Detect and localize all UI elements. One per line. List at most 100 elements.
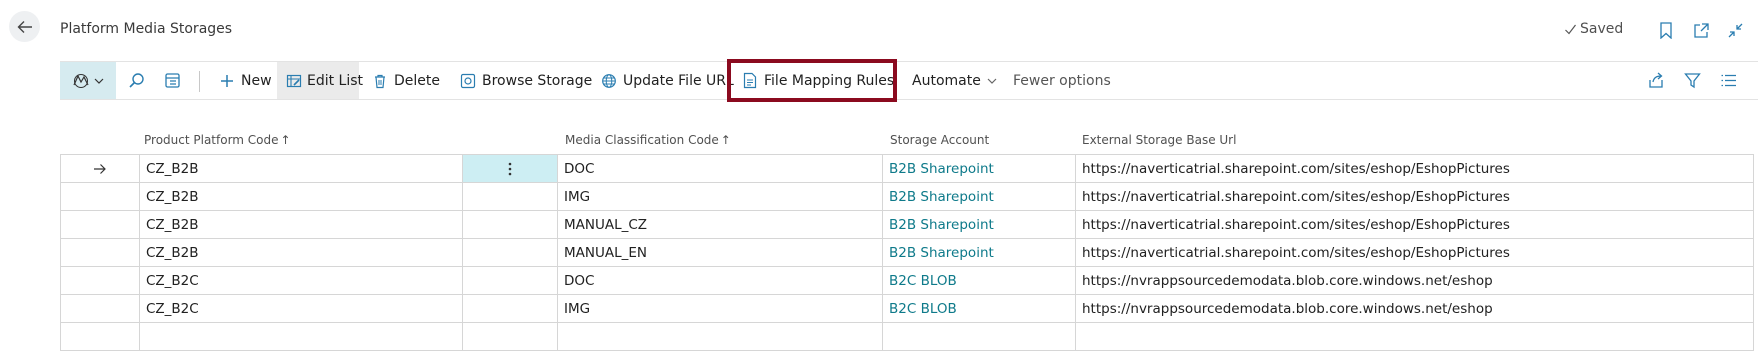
column-header-storage-account[interactable]: Storage Account <box>890 126 989 154</box>
automate-label: Automate <box>912 72 981 89</box>
chevron-down-icon <box>987 78 997 84</box>
filter-button[interactable] <box>1681 62 1703 99</box>
chevron-down-icon <box>94 78 103 84</box>
table-row[interactable]: CZ_B2B IMG B2B Sharepoint https://navert… <box>60 183 1754 211</box>
automate-dropdown[interactable]: Automate <box>912 62 998 99</box>
column-header-label: External Storage Base Url <box>1082 133 1237 147</box>
grid-body: CZ_B2B DOC B2B Sharepoint https://navert… <box>60 154 1754 351</box>
platform-code-cell[interactable] <box>139 323 462 350</box>
sort-ascending-icon: ↑ <box>280 133 291 147</box>
external-url-cell[interactable]: https://nvrappsourcedemodata.blob.core.w… <box>1075 295 1754 322</box>
storage-account-link[interactable]: B2B Sharepoint <box>882 239 1075 266</box>
trash-icon <box>371 72 389 90</box>
current-row-arrow-icon <box>94 163 106 174</box>
table-row[interactable]: CZ_B2C DOC B2C BLOB https://nvrappsource… <box>60 267 1754 295</box>
highlight-annotation-box <box>727 59 897 102</box>
row-indicator[interactable] <box>60 323 139 350</box>
platform-code-cell[interactable]: CZ_B2B <box>139 239 462 266</box>
column-header-label: Storage Account <box>890 133 990 147</box>
share-icon <box>1648 72 1663 88</box>
list-view-button[interactable] <box>1717 62 1739 99</box>
filter-pane-button[interactable] <box>160 62 184 99</box>
media-classification-cell[interactable]: DOC <box>557 155 882 182</box>
storage-account-cell[interactable] <box>882 323 1075 350</box>
new-button-label: New <box>241 72 272 89</box>
row-indicator[interactable] <box>60 183 139 210</box>
row-indicator[interactable] <box>60 267 139 294</box>
external-url-cell[interactable]: https://naverticatrial.sharepoint.com/si… <box>1075 211 1754 238</box>
collapse-button[interactable] <box>1725 20 1745 40</box>
media-classification-cell[interactable]: IMG <box>557 295 882 322</box>
fewer-options-label: Fewer options <box>1013 72 1111 89</box>
back-arrow-icon <box>17 20 32 33</box>
media-classification-cell[interactable] <box>557 323 882 350</box>
row-indicator[interactable] <box>60 239 139 266</box>
row-actions-menu[interactable] <box>462 239 557 266</box>
edit-list-button[interactable]: Edit List <box>277 62 363 99</box>
table-row[interactable]: CZ_B2B MANUAL_EN B2B Sharepoint https://… <box>60 239 1754 267</box>
storage-account-link[interactable]: B2B Sharepoint <box>882 183 1075 210</box>
row-actions-menu[interactable] <box>462 323 557 350</box>
search-button[interactable] <box>124 62 148 99</box>
delete-button[interactable]: Delete <box>371 62 440 99</box>
new-button[interactable]: New <box>218 62 272 99</box>
open-new-window-button[interactable] <box>1691 20 1711 40</box>
table-row[interactable]: CZ_B2B MANUAL_CZ B2B Sharepoint https://… <box>60 211 1754 239</box>
saved-status: Saved <box>1564 21 1623 37</box>
update-file-url-button-label: Update File URL <box>623 72 734 89</box>
collapse-icon <box>1728 23 1742 37</box>
external-url-cell[interactable] <box>1075 323 1754 350</box>
back-button[interactable] <box>9 11 40 42</box>
external-url-cell[interactable]: https://naverticatrial.sharepoint.com/si… <box>1075 239 1754 266</box>
table-view-icon <box>164 73 180 88</box>
storage-account-link[interactable]: B2C BLOB <box>882 267 1075 294</box>
update-file-url-button[interactable]: Update File URL <box>600 62 734 99</box>
row-indicator[interactable] <box>60 211 139 238</box>
list-view-icon <box>1721 74 1736 87</box>
row-actions-menu[interactable] <box>462 183 557 210</box>
platform-code-cell[interactable]: CZ_B2B <box>139 155 462 182</box>
action-bar: New Edit List Delete Browse Storage Upda… <box>60 59 1758 102</box>
media-classification-cell[interactable]: DOC <box>557 267 882 294</box>
platform-code-cell[interactable]: CZ_B2C <box>139 267 462 294</box>
actions-icon <box>72 73 89 88</box>
row-actions-menu[interactable] <box>462 267 557 294</box>
platform-code-cell[interactable]: CZ_B2B <box>139 211 462 238</box>
bookmark-button[interactable] <box>1656 20 1676 40</box>
table-row[interactable]: CZ_B2C IMG B2C BLOB https://nvrappsource… <box>60 295 1754 323</box>
search-icon <box>128 73 144 88</box>
media-classification-cell[interactable]: IMG <box>557 183 882 210</box>
external-url-cell[interactable]: https://nvrappsourcedemodata.blob.core.w… <box>1075 267 1754 294</box>
storage-account-link[interactable]: B2B Sharepoint <box>882 155 1075 182</box>
column-header-external-storage-base-url[interactable]: External Storage Base Url <box>1082 126 1236 154</box>
media-classification-cell[interactable]: MANUAL_CZ <box>557 211 882 238</box>
globe-icon <box>600 72 618 90</box>
delete-button-label: Delete <box>394 72 440 89</box>
share-button[interactable] <box>1645 62 1667 99</box>
row-actions-menu[interactable] <box>462 155 557 182</box>
row-actions-menu[interactable] <box>462 211 557 238</box>
platform-code-cell[interactable]: CZ_B2C <box>139 295 462 322</box>
external-url-cell[interactable]: https://naverticatrial.sharepoint.com/si… <box>1075 155 1754 182</box>
browse-storage-button[interactable]: Browse Storage <box>459 62 592 99</box>
open-new-window-icon <box>1693 22 1709 38</box>
new-entry-row[interactable] <box>60 323 1754 351</box>
column-header-media-classification-code[interactable]: Media Classification Code ↑ <box>565 126 731 154</box>
filter-icon <box>1683 73 1701 89</box>
row-indicator[interactable] <box>60 155 139 182</box>
row-actions-menu[interactable] <box>462 295 557 322</box>
external-url-cell[interactable]: https://naverticatrial.sharepoint.com/si… <box>1075 183 1754 210</box>
storage-account-link[interactable]: B2B Sharepoint <box>882 211 1075 238</box>
storage-account-link[interactable]: B2C BLOB <box>882 295 1075 322</box>
bookmark-icon <box>1660 21 1672 39</box>
browse-storage-button-label: Browse Storage <box>482 72 593 89</box>
page-actions-dropdown[interactable] <box>60 62 116 99</box>
platform-code-cell[interactable]: CZ_B2B <box>139 183 462 210</box>
row-indicator[interactable] <box>60 295 139 322</box>
edit-list-icon <box>286 72 302 90</box>
table-row[interactable]: CZ_B2B DOC B2B Sharepoint https://navert… <box>60 155 1754 183</box>
plus-icon <box>218 72 236 90</box>
column-header-product-platform-code[interactable]: Product Platform Code ↑ <box>144 126 291 154</box>
media-classification-cell[interactable]: MANUAL_EN <box>557 239 882 266</box>
fewer-options-button[interactable]: Fewer options <box>1013 62 1111 99</box>
